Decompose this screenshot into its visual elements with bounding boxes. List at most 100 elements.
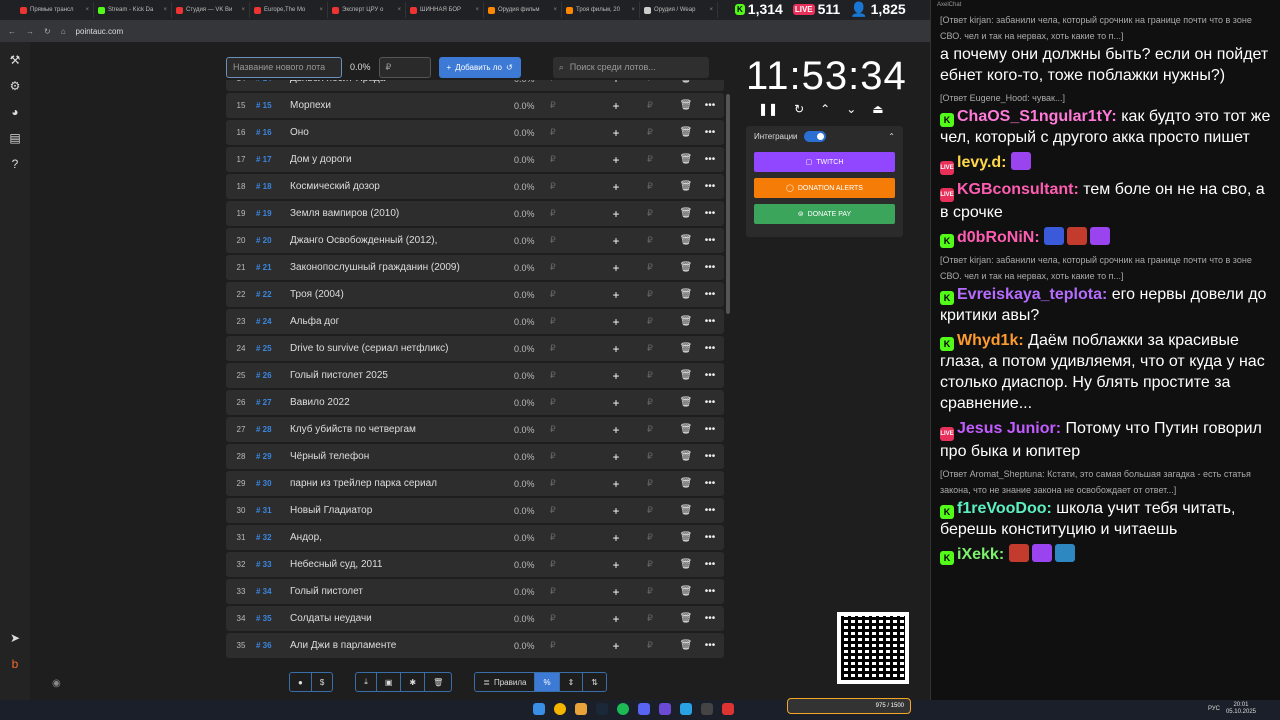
lot-row[interactable]: 26 # 27 Вавило 2022 0.0% ₽ + ₽ 🗑 ••• xyxy=(226,390,724,415)
recorder-icon[interactable] xyxy=(722,703,734,715)
lot-list-scrollbar[interactable] xyxy=(726,94,730,314)
sort-button[interactable]: ⇅ xyxy=(583,673,606,691)
lot-amount-input[interactable]: ₽ xyxy=(550,532,606,543)
lot-amount-extra[interactable]: ₽ xyxy=(626,397,674,408)
browser-tab[interactable]: ШИННАЯ БОР × xyxy=(406,2,484,18)
browser-tab[interactable]: Stream - Kick Da × xyxy=(94,2,172,18)
tab-close-icon[interactable]: × xyxy=(631,7,635,13)
lot-amount-extra[interactable]: ₽ xyxy=(626,80,674,84)
lot-amount-extra[interactable]: ₽ xyxy=(626,343,674,354)
lot-menu-icon[interactable]: ••• xyxy=(698,154,722,165)
add-amount-icon[interactable]: + xyxy=(606,261,626,275)
chevron-up-icon[interactable]: ⌃ xyxy=(888,132,895,141)
lot-amount-extra[interactable]: ₽ xyxy=(626,262,674,273)
add-amount-icon[interactable]: + xyxy=(606,315,626,329)
add-amount-icon[interactable]: + xyxy=(606,396,626,410)
lot-row[interactable]: 33 # 34 Голый пистолет 0.0% ₽ + ₽ 🗑 ••• xyxy=(226,579,724,604)
add-amount-icon[interactable]: + xyxy=(606,423,626,437)
lot-row[interactable]: 19 # 19 Земля вампиров (2010) 0.0% ₽ + ₽ 🗑 ••• xyxy=(226,201,724,226)
lot-amount-extra[interactable]: ₽ xyxy=(626,505,674,516)
delete-lot-icon[interactable]: 🗑 xyxy=(674,235,698,246)
delete-lot-icon[interactable]: 🗑 xyxy=(674,154,698,165)
explorer-icon[interactable] xyxy=(575,703,587,715)
chat-username[interactable]: KGBconsultant: xyxy=(957,181,1079,198)
lot-amount-input[interactable]: ₽ xyxy=(550,181,606,192)
tab-close-icon[interactable]: × xyxy=(241,7,245,13)
lot-menu-icon[interactable]: ••• xyxy=(698,262,722,273)
app-icon[interactable] xyxy=(659,703,671,715)
chat-username[interactable]: ChaOS_S1ngular1tY: xyxy=(957,108,1117,125)
clock[interactable]: 20:01 05.10.2025 xyxy=(1226,702,1256,716)
home-icon[interactable]: ⌂ xyxy=(61,27,66,36)
delete-lot-icon[interactable]: 🗑 xyxy=(674,559,698,570)
download-button[interactable]: ⤓ xyxy=(356,673,377,691)
lot-row[interactable]: 28 # 29 Чёрный телефон 0.0% ₽ + ₽ 🗑 ••• xyxy=(226,444,724,469)
lot-amount-input[interactable]: ₽ xyxy=(550,478,606,489)
lot-menu-icon[interactable]: ••• xyxy=(698,181,722,192)
save-button[interactable]: ▣ xyxy=(377,673,402,691)
lot-row[interactable]: 29 # 30 парни из трейлер парка сериал 0.0% ₽… xyxy=(226,471,724,496)
lot-row[interactable]: 15 # 15 Морпехи 0.0% ₽ + ₽ 🗑 ••• xyxy=(226,93,724,118)
lot-amount-extra[interactable]: ₽ xyxy=(626,235,674,246)
lot-row[interactable]: 20 # 20 Джанго Освобожденный (2012), 0.0% ₽ +… xyxy=(226,228,724,253)
auction-hammer-icon[interactable]: ⚒ xyxy=(7,52,23,68)
browser-tab[interactable]: Орудия / Weap × xyxy=(640,2,718,18)
boosty-icon[interactable]: b xyxy=(7,656,23,672)
lot-menu-icon[interactable]: ••• xyxy=(698,451,722,462)
github-button[interactable]: ● xyxy=(290,673,312,691)
lot-amount-extra[interactable]: ₽ xyxy=(626,208,674,219)
lot-amount-extra[interactable]: ₽ xyxy=(626,316,674,327)
delete-lot-icon[interactable]: 🗑 xyxy=(674,289,698,300)
forward-icon[interactable]: → xyxy=(26,27,34,36)
add-amount-icon[interactable]: + xyxy=(606,477,626,491)
lot-row[interactable]: 21 # 21 Законопослушный гражданин (2009) 0.… xyxy=(226,255,724,280)
twitch-button[interactable]: ▢ TWITCH xyxy=(754,152,895,172)
add-amount-icon[interactable]: + xyxy=(606,234,626,248)
chat-username[interactable]: levy.d: xyxy=(957,154,1007,171)
lot-search-input[interactable]: ⌕ Поиск среди лотов... xyxy=(552,56,709,78)
lot-row[interactable]: 22 # 22 Троя (2004) 0.0% ₽ + ₽ 🗑 ••• xyxy=(226,282,724,307)
lot-menu-icon[interactable]: ••• xyxy=(698,397,722,408)
back-icon[interactable]: ← xyxy=(8,27,16,36)
tab-close-icon[interactable]: × xyxy=(553,7,557,13)
pause-icon[interactable]: ❚❚ xyxy=(758,102,778,116)
lot-row[interactable]: 30 # 31 Новый Гладиатор 0.0% ₽ + ₽ 🗑 ••• xyxy=(226,498,724,523)
delete-lot-icon[interactable]: 🗑 xyxy=(674,343,698,354)
lot-menu-icon[interactable]: ••• xyxy=(698,532,722,543)
browser-tab[interactable]: Студия — VK Ви × xyxy=(172,2,250,18)
lot-row[interactable]: 16 # 16 Оно 0.0% ₽ + ₽ 🗑 ••• xyxy=(226,120,724,145)
lot-amount-extra[interactable]: ₽ xyxy=(626,586,674,597)
lot-menu-icon[interactable]: ••• xyxy=(698,559,722,570)
chat-username[interactable]: d0bRoNiN: xyxy=(957,229,1040,246)
add-amount-icon[interactable]: + xyxy=(606,369,626,383)
rules-button[interactable]: ≣ Правила xyxy=(475,673,536,691)
lot-amount-extra[interactable]: ₽ xyxy=(626,370,674,381)
lot-amount-input[interactable]: ₽ xyxy=(550,235,606,246)
settings-icon[interactable]: ⚙ xyxy=(7,78,23,94)
browser-tab[interactable]: Троя фильм, 20 × xyxy=(562,2,640,18)
delete-lot-icon[interactable]: 🗑 xyxy=(674,532,698,543)
lot-row[interactable]: 25 # 26 Голый пистолет 2025 0.0% ₽ + ₽ 🗑 ••• xyxy=(226,363,724,388)
lot-amount-extra[interactable]: ₽ xyxy=(626,154,674,165)
lot-menu-icon[interactable]: ••• xyxy=(698,100,722,111)
lot-menu-icon[interactable]: ••• xyxy=(698,343,722,354)
lot-amount-extra[interactable]: ₽ xyxy=(626,451,674,462)
tab-close-icon[interactable]: × xyxy=(319,7,323,13)
chat-username[interactable]: Jesus Junior: xyxy=(957,420,1061,437)
telegram-taskbar-icon[interactable] xyxy=(680,703,692,715)
lot-name-input[interactable]: Название нового лота xyxy=(226,56,342,78)
browser-tab[interactable]: Эксперт ЦРУ о × xyxy=(328,2,406,18)
lot-menu-icon[interactable]: ••• xyxy=(698,370,722,381)
lot-amount-extra[interactable]: ₽ xyxy=(626,127,674,138)
lot-row[interactable]: 34 # 35 Солдаты неудачи 0.0% ₽ + ₽ 🗑 ••• xyxy=(226,606,724,631)
browser-tab[interactable]: Europe,The Mo × xyxy=(250,2,328,18)
add-lot-button[interactable]: + Добавить ло ↺ xyxy=(438,56,521,78)
tab-close-icon[interactable]: × xyxy=(85,7,89,13)
chrome-icon[interactable] xyxy=(554,703,566,715)
delete-lot-icon[interactable]: 🗑 xyxy=(674,80,698,84)
lot-menu-icon[interactable]: ••• xyxy=(698,80,722,84)
delete-lot-icon[interactable]: 🗑 xyxy=(674,208,698,219)
lot-row[interactable]: 27 # 28 Клуб убийств по четвергам 0.0% ₽ + ₽ 🗑 •… xyxy=(226,417,724,442)
lot-amount-input[interactable]: ₽ xyxy=(550,505,606,516)
lot-amount-input[interactable]: ₽ xyxy=(550,559,606,570)
